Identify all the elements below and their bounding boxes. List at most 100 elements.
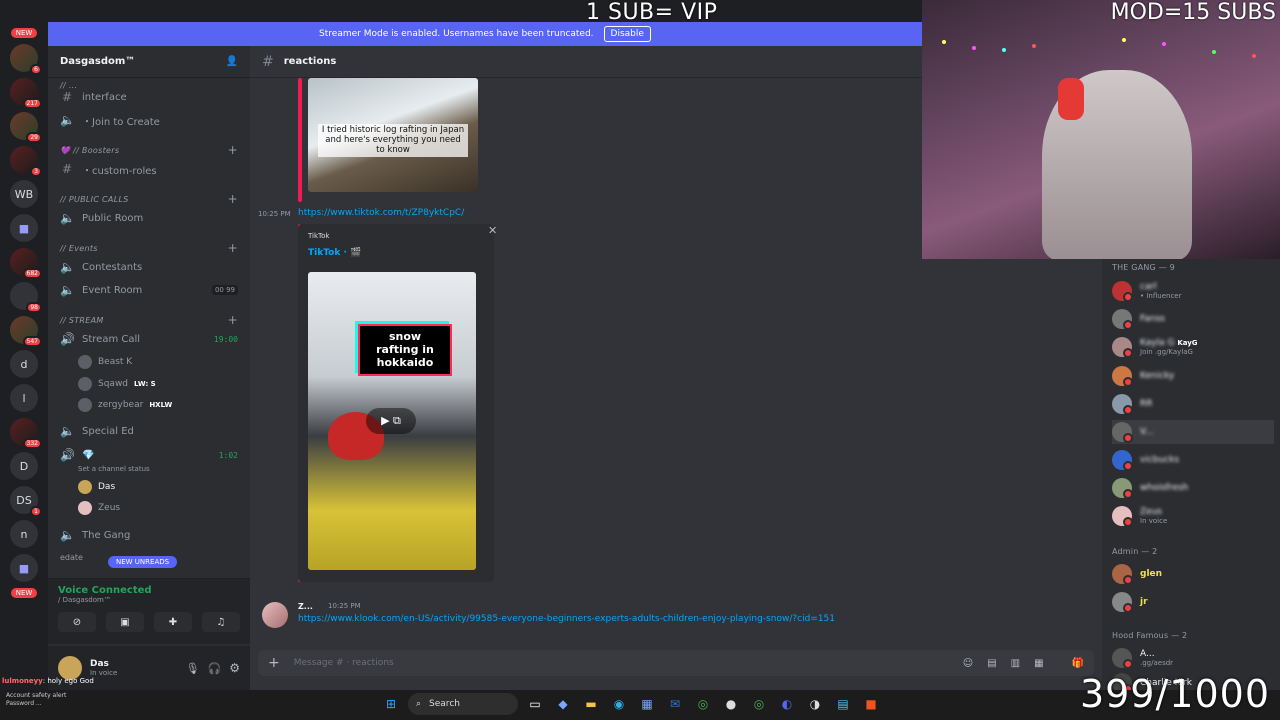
add-member-icon[interactable]: 👤 xyxy=(226,56,238,67)
server-icon[interactable]: 6 xyxy=(10,44,42,75)
voice-member[interactable]: Zeus xyxy=(78,499,238,517)
member-item[interactable]: Kenicky xyxy=(1112,364,1274,388)
channel-special-ed[interactable]: 🔈 Special Ed xyxy=(60,422,238,440)
plus-icon[interactable]: + xyxy=(228,192,238,206)
plus-icon[interactable]: + xyxy=(228,241,238,255)
member-item[interactable]: vicbucks xyxy=(1112,448,1274,472)
channel-custom-roles[interactable]: # ・custom-roles xyxy=(60,160,238,178)
video-thumbnail[interactable]: snow rafting in hokkaido ▶ ⧉ xyxy=(308,272,476,570)
server-icon[interactable]: 547 xyxy=(10,316,42,347)
member-item[interactable]: Fanss xyxy=(1112,307,1274,331)
embed-accent-bar xyxy=(298,78,302,202)
voice-member[interactable]: Das xyxy=(78,478,238,496)
gift-icon[interactable]: 🎁 xyxy=(1072,658,1084,669)
video-off-button[interactable]: ⊘ xyxy=(58,612,96,632)
member-item[interactable]: Kayla G KayG Join .gg/KaylaG xyxy=(1112,335,1274,359)
category-events[interactable]: // Events + xyxy=(60,241,238,255)
server-icon[interactable]: 3 xyxy=(10,146,42,177)
user-status: In voice xyxy=(90,669,118,677)
member-item[interactable]: carl • Influencer xyxy=(1112,279,1274,303)
server-icon-l[interactable]: l xyxy=(10,384,38,412)
soundboard-button[interactable]: ♫ xyxy=(202,612,240,632)
server-icon-d[interactable]: d xyxy=(10,350,38,378)
server-icon-D[interactable]: D xyxy=(10,452,38,480)
new-unreads-pill[interactable]: NEW UNREADS xyxy=(108,556,178,568)
server-icon-ds[interactable]: DS 1 xyxy=(10,486,42,517)
edge-icon[interactable]: ◉ xyxy=(608,693,630,715)
server-icon[interactable]: 217 xyxy=(10,78,42,109)
embed-title[interactable]: TikTok · 🎬 xyxy=(308,248,361,258)
plus-icon[interactable]: + xyxy=(228,313,238,327)
sticker-icon[interactable]: ▥ xyxy=(1011,658,1020,669)
close-icon[interactable]: ✕ xyxy=(488,224,497,237)
channel-interface[interactable]: # interface xyxy=(60,88,238,106)
app-icon[interactable]: ▦ xyxy=(636,693,658,715)
app-icon[interactable]: ● xyxy=(720,693,742,715)
voice-member[interactable]: Sqawd LW: S xyxy=(78,375,238,393)
file-explorer-icon[interactable]: ▬ xyxy=(580,693,602,715)
server-icon-n[interactable]: n xyxy=(10,520,38,548)
category-label: 💜 // Boosters xyxy=(60,145,120,155)
voice-member[interactable]: zergybear HXLW xyxy=(78,396,238,414)
mention-badge: 547 xyxy=(22,336,42,347)
chrome-icon[interactable]: ◎ xyxy=(748,693,770,715)
member-item[interactable]: glen xyxy=(1112,562,1274,586)
channel-public-room[interactable]: 🔈 Public Room xyxy=(60,209,238,227)
category-stream[interactable]: // STREAM + xyxy=(60,313,238,327)
server-icon[interactable]: 682 xyxy=(10,248,42,279)
notepad-icon[interactable]: ▤ xyxy=(832,693,854,715)
obs-icon[interactable]: ◑ xyxy=(804,693,826,715)
message-author[interactable]: Z... xyxy=(298,602,313,611)
outlook-icon[interactable]: ✉ xyxy=(664,693,686,715)
folder-icon[interactable]: ■ xyxy=(10,554,38,582)
gear-icon[interactable]: ⚙ xyxy=(229,661,240,675)
member-item[interactable]: whoisfresh xyxy=(1112,476,1274,500)
app-icon[interactable]: ◆ xyxy=(552,693,574,715)
disable-streamer-mode-button[interactable]: Disable xyxy=(603,26,651,42)
klook-link[interactable]: https://www.klook.com/en-US/activity/995… xyxy=(298,614,835,624)
server-icon-wb[interactable]: WB xyxy=(10,180,38,208)
server-icon[interactable]: 332 xyxy=(10,418,42,449)
server-icon[interactable]: 98 xyxy=(10,282,42,313)
member-item[interactable]: Zeus In voice xyxy=(1112,504,1274,528)
folder-icon[interactable]: ■ xyxy=(10,214,38,242)
channel-the-gang[interactable]: 🔈 The Gang xyxy=(60,526,238,544)
set-channel-status[interactable]: Set a channel status xyxy=(78,460,238,478)
member-name: Fanss xyxy=(1140,314,1165,324)
share-screen-button[interactable]: ▣ xyxy=(106,612,144,632)
windows-start-icon[interactable]: ⊞ xyxy=(380,693,402,715)
member-item[interactable]: jr xyxy=(1112,590,1274,614)
channel-join-to-create[interactable]: 🔈 ・Join to Create xyxy=(60,111,238,129)
image-icon[interactable]: ▦ xyxy=(1034,658,1043,669)
activities-button[interactable]: ✚ xyxy=(154,612,192,632)
mic-icon[interactable]: 🎙 xyxy=(186,662,200,675)
discord-icon[interactable]: ◐ xyxy=(776,693,798,715)
emoji-icon[interactable]: ☺ xyxy=(963,658,973,669)
app-icon[interactable]: ■ xyxy=(860,693,882,715)
voice-member[interactable]: Beast K xyxy=(78,353,238,371)
video-thumbnail[interactable]: I tried historic log rafting in Japan an… xyxy=(308,78,478,192)
channel-stream-call[interactable]: 🔊 Stream Call 19:00 xyxy=(60,330,238,348)
headphones-icon[interactable]: 🎧 xyxy=(208,662,222,675)
tiktok-link[interactable]: https://www.tiktok.com/t/ZP8yktCpC/ xyxy=(298,208,464,218)
speaker-icon: 🔈 xyxy=(60,260,75,274)
attach-plus-icon[interactable]: + xyxy=(268,655,280,671)
avatar[interactable] xyxy=(262,602,288,628)
category-boosters[interactable]: 💜 // Boosters + xyxy=(60,143,238,157)
server-icon[interactable]: 29 xyxy=(10,112,42,143)
task-view-icon[interactable]: ▭ xyxy=(524,693,546,715)
taskbar-search[interactable]: ⌕ Search xyxy=(408,693,518,715)
channel-contestants[interactable]: 🔈 Contestants xyxy=(60,258,238,276)
member-item[interactable]: V... xyxy=(1112,420,1274,444)
member-item[interactable]: RR xyxy=(1112,392,1274,416)
channel-label: The Gang xyxy=(82,529,131,541)
guild-header[interactable]: Dasgasdom™ 👤 xyxy=(48,46,250,78)
chrome-icon[interactable]: ◎ xyxy=(692,693,714,715)
gif-icon[interactable]: ▤ xyxy=(987,658,996,669)
plus-icon[interactable]: + xyxy=(228,143,238,157)
category-public-calls[interactable]: // PUBLIC CALLS + xyxy=(60,192,238,206)
channel-event-room[interactable]: 🔈 Event Room 00 99 xyxy=(60,281,238,299)
message-input[interactable]: + Message # · reactions ☺ ▤ ▥ ▦ 🎁 xyxy=(258,650,1094,676)
member-item[interactable]: A... .gg/aesdr xyxy=(1112,646,1274,670)
play-icon[interactable]: ▶ ⧉ xyxy=(366,408,416,434)
